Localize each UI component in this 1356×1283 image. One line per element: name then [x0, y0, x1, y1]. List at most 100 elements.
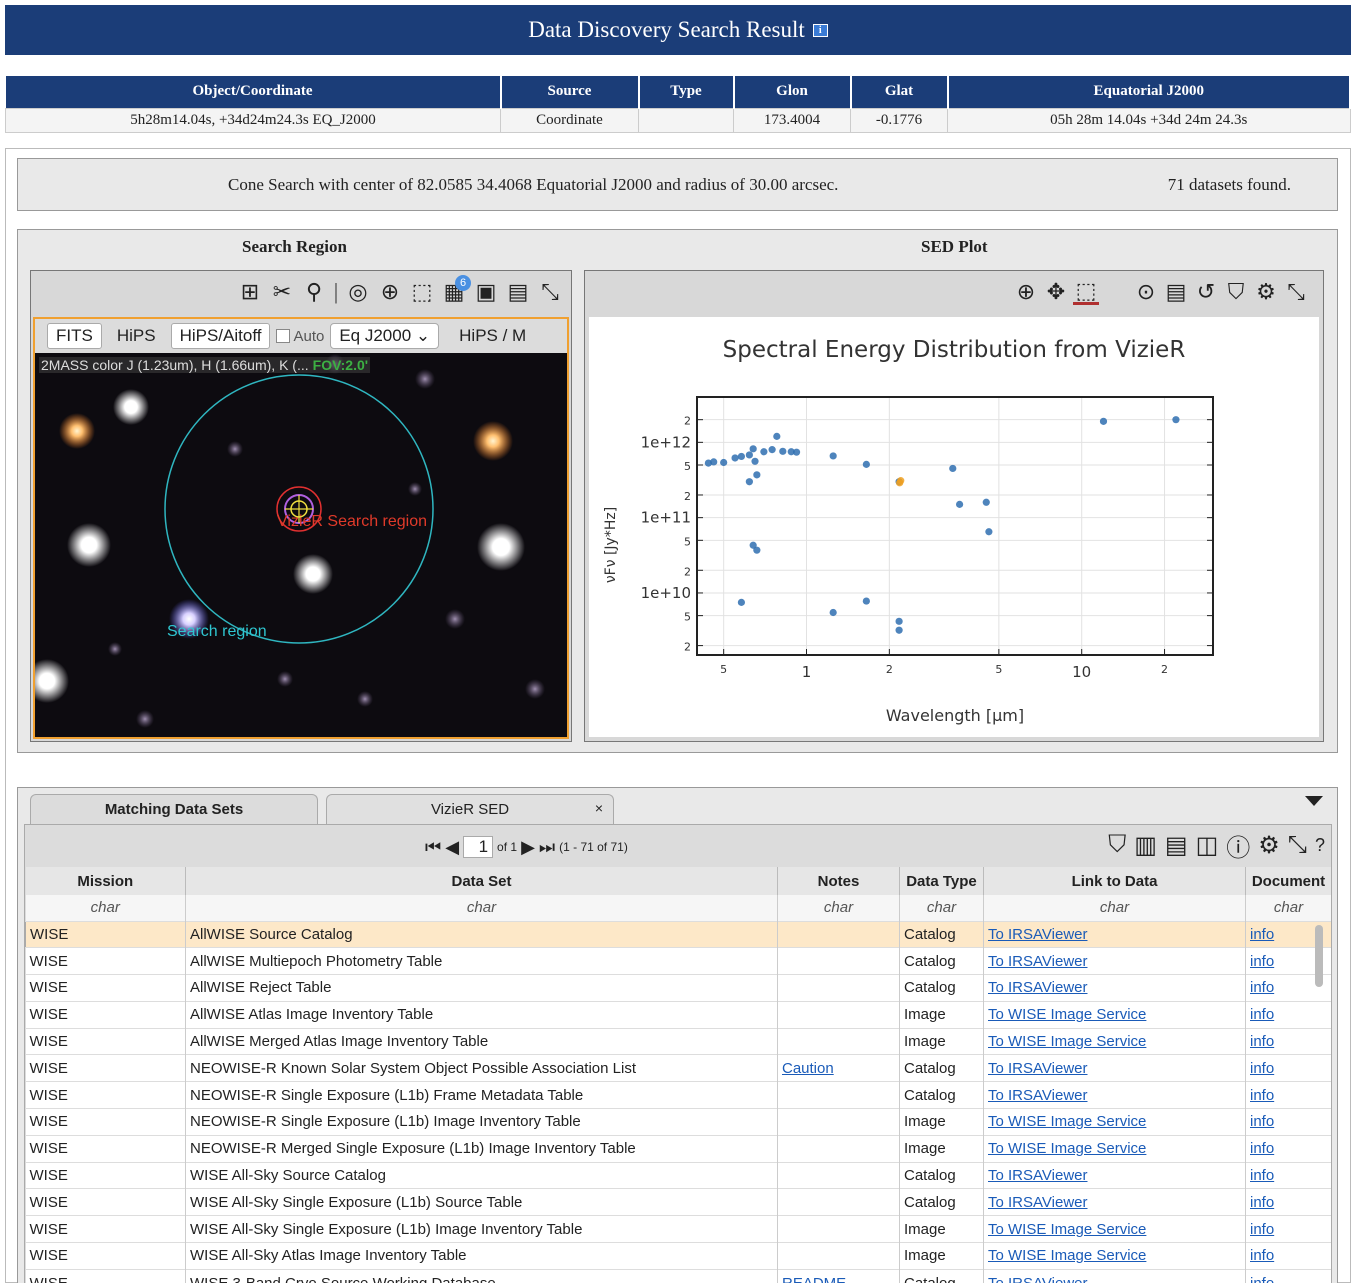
save-icon[interactable]: ▤ — [1163, 279, 1189, 305]
notes-link[interactable]: README — [782, 1275, 846, 1283]
link-to-data[interactable]: To IRSAViewer — [988, 953, 1088, 970]
page-input[interactable]: 1 — [463, 836, 494, 858]
prev-page-icon[interactable]: ◀ — [445, 837, 459, 858]
hips-aitoff-button[interactable]: HiPS/Aitoff — [170, 323, 271, 349]
table-row[interactable]: WISE AllWISE Reject Table Catalog To IRSAVi… — [25, 974, 1331, 1002]
table-row[interactable]: WISE AllWISE Merged Atlas Image Inventory… — [25, 1027, 1331, 1055]
table-row[interactable]: WISE NEOWISE-R Single Exposure (L1b) Fram… — [25, 1081, 1331, 1109]
table-cell: To WISE Image Service — [983, 1242, 1246, 1270]
link-to-data[interactable]: To IRSAViewer — [988, 1087, 1088, 1104]
expand-icon[interactable]: ⤡ — [1283, 279, 1309, 305]
filter-icon[interactable]: ⛉ — [1108, 831, 1126, 859]
table-row[interactable]: WISE WISE All-Sky Single Exposure (L1b) I… — [25, 1215, 1331, 1243]
auto-checkbox[interactable]: Auto — [276, 328, 324, 345]
column-header[interactable]: Data Type — [899, 867, 984, 895]
document-link[interactable]: info — [1250, 1221, 1274, 1238]
table-row[interactable]: WISE AllWISE Source Catalog Catalog To IRSA… — [25, 920, 1331, 948]
document-link[interactable]: info — [1250, 1087, 1274, 1104]
link-to-data[interactable]: To IRSAViewer — [988, 1194, 1088, 1211]
expand-icon[interactable]: ⤡ — [1288, 831, 1307, 859]
document-link[interactable]: info — [1250, 926, 1274, 943]
select-icon[interactable]: ⬚ — [409, 279, 435, 305]
crosshair-icon[interactable]: ⊕ — [377, 279, 403, 305]
link-to-data[interactable]: To WISE Image Service — [988, 1033, 1146, 1050]
tab-vizier-sed[interactable]: VizieR SED × — [326, 794, 614, 824]
link-to-data[interactable]: To IRSAViewer — [988, 1275, 1088, 1283]
link-to-data[interactable]: To WISE Image Service — [988, 1140, 1146, 1157]
info-icon[interactable]: ⓘ — [1226, 828, 1250, 863]
table-scrollbar[interactable] — [1315, 925, 1323, 987]
add-image-icon[interactable]: ⊞ — [237, 279, 263, 305]
expand-icon[interactable]: ⤡ — [537, 279, 563, 305]
table-row[interactable]: WISE AllWISE Multiepoch Photometry Table C… — [25, 947, 1331, 975]
document-link[interactable]: info — [1250, 1194, 1274, 1211]
column-header[interactable]: Data Set — [185, 867, 778, 895]
table-row[interactable]: WISE AllWISE Atlas Image Inventory Table I… — [25, 1000, 1331, 1029]
search-icon[interactable]: ⚲ — [301, 279, 327, 305]
save-image-icon[interactable]: ▤ — [505, 279, 531, 305]
sky-image[interactable]: FITS HiPS HiPS/Aitoff Auto Eq J2000 ⌄ Hi… — [33, 317, 569, 739]
document-link[interactable]: info — [1250, 1113, 1274, 1130]
link-to-data[interactable]: To WISE Image Service — [988, 1113, 1146, 1130]
document-link[interactable]: info — [1250, 1033, 1274, 1050]
column-add-icon[interactable]: ◫ — [1196, 831, 1219, 860]
last-page-icon[interactable]: ⏭ — [539, 837, 555, 858]
link-to-data[interactable]: To WISE Image Service — [988, 1221, 1146, 1238]
hips-button[interactable]: HiPS — [108, 323, 165, 349]
tab-vizier-label: VizieR SED — [430, 801, 510, 818]
column-header[interactable]: Document — [1245, 867, 1331, 895]
document-link[interactable]: info — [1250, 1140, 1274, 1157]
info-icon[interactable]: i — [812, 23, 828, 37]
first-page-icon[interactable]: ⏮ — [425, 837, 441, 858]
settings-icon[interactable]: ⚙ — [1258, 831, 1280, 860]
document-link[interactable]: info — [1250, 1167, 1274, 1184]
collapse-icon[interactable] — [1305, 796, 1323, 806]
document-link[interactable]: info — [1250, 979, 1274, 996]
select-box-icon[interactable]: ⬚ — [1073, 278, 1099, 305]
sed-chart[interactable]: Spectral Energy Distribution from VizieR… — [589, 317, 1319, 737]
zoom-1x-icon[interactable]: ⊙ — [1133, 279, 1159, 305]
table-row[interactable]: WISE NEOWISE-R Merged Single Exposure (L1… — [25, 1134, 1331, 1163]
document-link[interactable]: info — [1250, 1275, 1274, 1283]
table-row[interactable]: WISE WISE All-Sky Source Catalog Catalog To… — [25, 1161, 1331, 1189]
link-to-data[interactable]: To WISE Image Service — [988, 1247, 1146, 1264]
table-row[interactable]: WISE WISE 3-Band Cryo Source Working Data… — [25, 1268, 1331, 1283]
column-header[interactable]: Link to Data — [983, 867, 1246, 895]
filter-icon[interactable]: ⛉ — [1223, 279, 1249, 305]
overlay-icon[interactable]: ▦ 6 — [441, 275, 471, 305]
close-icon[interactable]: × — [595, 800, 603, 816]
image-icon[interactable]: ▣ — [473, 279, 499, 305]
document-link[interactable]: info — [1250, 1060, 1274, 1077]
link-to-data[interactable]: To IRSAViewer — [988, 926, 1088, 943]
data-point — [720, 458, 728, 467]
layers-icon[interactable]: ◎ — [345, 279, 371, 305]
link-to-data[interactable]: To WISE Image Service — [988, 1006, 1146, 1023]
pan-icon[interactable]: ✥ — [1043, 279, 1069, 305]
document-link[interactable]: info — [1250, 953, 1274, 970]
tab-matching-data-sets[interactable]: Matching Data Sets — [30, 794, 318, 824]
auto-checkbox-box[interactable] — [276, 329, 291, 343]
column-header[interactable]: Notes — [777, 867, 900, 895]
link-to-data[interactable]: To IRSAViewer — [988, 1167, 1088, 1184]
settings-icon[interactable]: ⚙ — [1253, 279, 1279, 305]
link-to-data[interactable]: To IRSAViewer — [988, 979, 1088, 996]
coord-system-select[interactable]: Eq J2000 ⌄ — [330, 323, 440, 349]
text-view-icon[interactable]: ▥ — [1134, 831, 1157, 860]
table-row[interactable]: WISE WISE All-Sky Single Exposure (L1b) S… — [25, 1188, 1331, 1216]
document-link[interactable]: info — [1250, 1006, 1274, 1023]
column-header[interactable]: Mission — [25, 867, 186, 895]
zoom-in-icon[interactable]: ⊕ — [1013, 279, 1039, 305]
tools-icon[interactable]: ✂ — [269, 279, 295, 305]
document-link[interactable]: info — [1250, 1247, 1274, 1264]
next-page-icon[interactable]: ▶ — [521, 837, 535, 858]
table-row[interactable]: WISE WISE All-Sky Atlas Image Inventory T… — [25, 1242, 1331, 1270]
notes-link[interactable]: Caution — [782, 1060, 834, 1077]
fits-button[interactable]: FITS — [47, 323, 102, 349]
table-row[interactable]: WISE NEOWISE-R Known Solar System Object … — [25, 1054, 1331, 1082]
link-to-data[interactable]: To IRSAViewer — [988, 1060, 1088, 1077]
restore-icon[interactable]: ↺ — [1193, 279, 1219, 305]
hips-more-button[interactable]: HiPS / M — [459, 326, 526, 346]
help-icon[interactable]: ? — [1315, 835, 1325, 856]
table-row[interactable]: WISE NEOWISE-R Single Exposure (L1b) Imag… — [25, 1108, 1331, 1136]
save-icon[interactable]: ▤ — [1165, 831, 1188, 860]
